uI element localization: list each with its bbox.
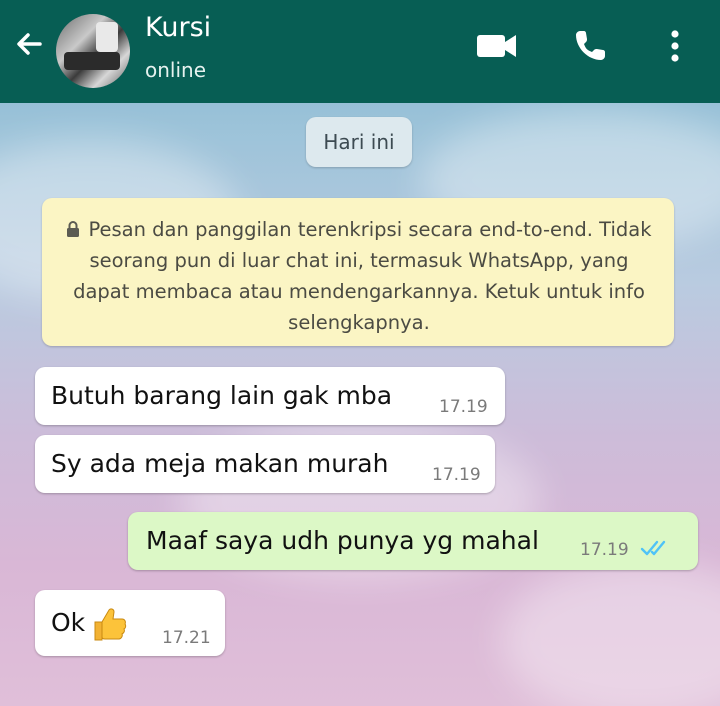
background-cloud (500, 560, 720, 706)
message-text: Sy ada meja makan murah (51, 449, 389, 478)
message-text: Butuh barang lain gak mba (51, 381, 393, 410)
message-bubble-incoming[interactable]: Ok 17.21 (35, 590, 225, 656)
back-arrow-icon[interactable] (10, 24, 50, 64)
more-menu-icon[interactable] (660, 26, 690, 66)
read-receipt-icon (640, 540, 666, 556)
message-time: 17.19 (439, 397, 488, 417)
chat-header: Kursi online (0, 0, 720, 103)
contact-name[interactable]: Kursi (145, 12, 211, 43)
phone-icon[interactable] (570, 26, 610, 66)
message-time: 17.21 (162, 628, 211, 648)
contact-status: online (145, 58, 207, 82)
message-bubble-incoming[interactable]: Butuh barang lain gak mba 17.19 (35, 367, 505, 425)
message-text: Ok (51, 608, 86, 637)
message-bubble-outgoing[interactable]: Maaf saya udh punya yg mahal 17.19 (128, 512, 698, 570)
message-text: Maaf saya udh punya yg mahal (146, 526, 539, 555)
encryption-notice[interactable]: Pesan dan panggilan terenkripsi secara e… (42, 198, 674, 346)
date-separator: Hari ini (306, 117, 412, 167)
lock-icon (67, 221, 80, 237)
video-call-icon[interactable] (474, 26, 520, 66)
message-bubble-incoming[interactable]: Sy ada meja makan murah 17.19 (35, 435, 495, 493)
thumbs-up-icon (94, 608, 127, 641)
avatar[interactable] (56, 14, 130, 88)
chat-screen: Kursi online Hari ini Pesan dan panggila… (0, 0, 720, 706)
message-time: 17.19 (580, 540, 629, 560)
encryption-notice-text: Pesan dan panggilan terenkripsi secara e… (73, 218, 652, 334)
message-time: 17.19 (432, 465, 481, 485)
